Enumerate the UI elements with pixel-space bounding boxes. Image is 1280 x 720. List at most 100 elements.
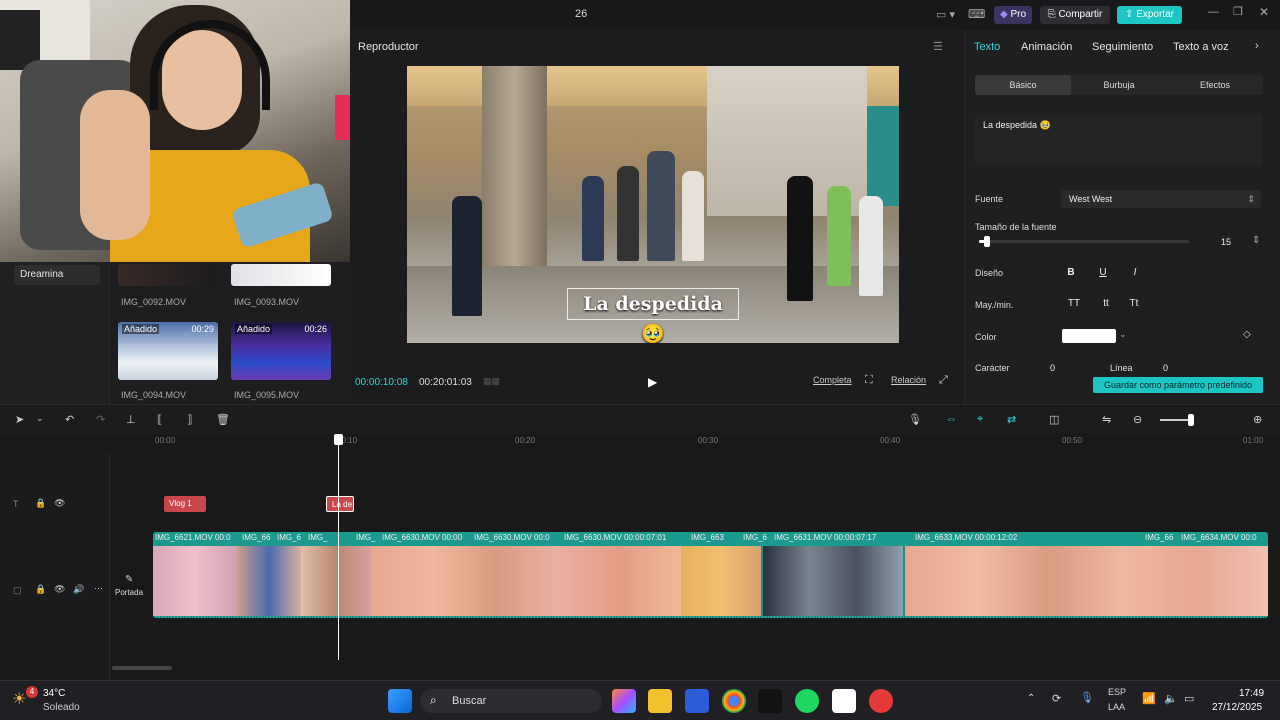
undo-icon[interactable]: ↶ xyxy=(65,413,74,426)
menu-icon[interactable]: ☰ xyxy=(933,40,943,53)
export-button[interactable]: ⇪ Exportar xyxy=(1117,6,1182,24)
subtab-bubble[interactable]: Burbuja xyxy=(1071,75,1167,95)
share-button[interactable]: ⎘ Compartir xyxy=(1040,6,1110,24)
media-thumb-1[interactable] xyxy=(118,264,218,286)
fullscreen-icon[interactable]: ⤢ xyxy=(939,374,948,387)
wifi-icon[interactable]: 📶 xyxy=(1142,692,1156,705)
trim-right-icon[interactable]: ⟧ xyxy=(187,413,192,426)
split-icon[interactable]: ⊥ xyxy=(126,413,136,426)
media-thumb-3[interactable]: Añadido 00:29 xyxy=(118,322,218,380)
timeline-scrollbar[interactable] xyxy=(112,666,172,670)
volume-icon[interactable]: 🔈 xyxy=(1164,692,1178,705)
video-caption-text[interactable]: La despedida 🥹 xyxy=(567,288,739,343)
playhead-handle[interactable] xyxy=(334,434,343,445)
more-icon[interactable]: ⋯ xyxy=(94,583,103,594)
text-content-field[interactable]: La despedida 🥹 xyxy=(975,113,1263,167)
subtab-basic[interactable]: Básico xyxy=(975,75,1071,95)
battery-icon[interactable]: ▭ xyxy=(1184,692,1194,705)
fit-icon[interactable]: ⛶ xyxy=(865,374,873,387)
clock-date[interactable]: 27/12/2025 xyxy=(1212,702,1262,713)
text-clip-vlog[interactable]: Vlog 1 xyxy=(164,496,206,512)
copilot-icon[interactable] xyxy=(612,689,636,713)
play-icon[interactable]: ▶ xyxy=(648,375,657,389)
eye-icon[interactable]: 👁 xyxy=(54,584,65,595)
editor-app-icon[interactable] xyxy=(685,689,709,713)
chevron-up-icon[interactable]: ⌃ xyxy=(1027,693,1035,704)
ratio-button[interactable]: Relación xyxy=(891,375,926,385)
cover-button[interactable]: ✎ Portada xyxy=(112,574,146,604)
preview-axis-icon[interactable]: ⇄ xyxy=(1007,413,1016,426)
layout-icon[interactable]: ▭ ▾ xyxy=(936,8,955,21)
keyframe-icon[interactable]: ◇ xyxy=(1243,329,1251,340)
main-video-track[interactable]: IMG_6621.MOV 00:0 IMG_66 IMG_6 IMG_ IMG_… xyxy=(153,532,1268,618)
eye-icon[interactable]: 👁 xyxy=(54,498,65,509)
save-preset-button[interactable]: Guardar como parámetro predefinido xyxy=(1093,377,1263,393)
microphone-icon[interactable]: 🎙 xyxy=(908,413,922,426)
titlecase-button[interactable]: Tt xyxy=(1124,296,1144,312)
weather-widget[interactable]: ☀ 4 xyxy=(12,686,38,711)
chevron-down-icon[interactable]: ⌄ xyxy=(1119,329,1127,340)
audio-icon[interactable]: 🔊 xyxy=(73,584,84,595)
ruler-tick: 00:50 xyxy=(1062,436,1083,445)
redo-icon[interactable]: ↷ xyxy=(96,413,105,426)
font-select[interactable]: West West ⇕ xyxy=(1061,190,1261,208)
clock-time[interactable]: 17:49 xyxy=(1239,688,1264,699)
record-app-icon[interactable] xyxy=(869,689,893,713)
tab-animation[interactable]: Animación xyxy=(1021,41,1072,53)
font-size-value[interactable]: 15 xyxy=(1221,237,1231,247)
sidebar-item-dreamina[interactable]: Dreamina xyxy=(14,265,100,285)
uppercase-button[interactable]: TT xyxy=(1064,296,1084,312)
media-thumb-4[interactable]: Añadido 00:26 xyxy=(231,322,331,380)
windows-start-icon[interactable] xyxy=(388,689,412,713)
chevron-right-icon[interactable]: › xyxy=(1255,40,1259,52)
zoom-out-icon[interactable]: ⊖ xyxy=(1133,413,1142,426)
lock-icon[interactable]: 🔒 xyxy=(35,584,46,595)
snap-icon[interactable]: ⌖ xyxy=(977,413,983,426)
keyboard-icon[interactable]: ⌨ xyxy=(968,7,985,21)
sync-icon[interactable]: ⟳ xyxy=(1052,692,1061,705)
close-icon[interactable]: ✕ xyxy=(1259,5,1269,19)
full-quality-button[interactable]: Completa xyxy=(813,375,852,385)
microphone-icon[interactable]: 🎙 xyxy=(1080,691,1094,704)
subtab-effects[interactable]: Efectos xyxy=(1167,75,1263,95)
font-size-slider[interactable] xyxy=(979,236,1189,247)
chevron-down-icon[interactable]: ⌄ xyxy=(36,413,44,424)
cursor-icon[interactable]: ➤ xyxy=(15,413,24,426)
zoom-in-icon[interactable]: ⊕ xyxy=(1253,413,1262,426)
spotify-icon[interactable] xyxy=(795,689,819,713)
tab-text[interactable]: Texto xyxy=(974,41,1000,53)
language-code[interactable]: ESP xyxy=(1108,687,1126,697)
line-spacing-value[interactable]: 0 xyxy=(1163,363,1168,373)
character-spacing-value[interactable]: 0 xyxy=(1050,363,1055,373)
timecode-grid-icon[interactable]: ▦▦ xyxy=(483,376,500,387)
text-clip-selected[interactable]: La de xyxy=(326,496,354,512)
chrome-icon[interactable] xyxy=(722,689,746,713)
zoom-knob[interactable] xyxy=(1188,414,1194,426)
lowercase-button[interactable]: tt xyxy=(1096,296,1116,312)
tab-text-to-speech[interactable]: Texto a voz xyxy=(1173,41,1229,53)
delete-icon[interactable]: 🗑 xyxy=(216,413,230,426)
underline-button[interactable]: U xyxy=(1093,265,1113,281)
epic-games-icon[interactable] xyxy=(758,689,782,713)
slider-knob[interactable] xyxy=(984,236,991,247)
pro-button[interactable]: ◆ Pro xyxy=(994,6,1032,24)
link-icon[interactable]: ⇔ xyxy=(946,413,957,425)
file-explorer-icon[interactable] xyxy=(648,689,672,713)
minimize-icon[interactable]: — xyxy=(1208,6,1219,18)
tab-tracking[interactable]: Seguimiento xyxy=(1092,41,1153,53)
trim-left-icon[interactable]: ⟦ xyxy=(157,413,162,426)
lock-icon[interactable]: 🔒 xyxy=(35,498,46,509)
italic-button[interactable]: I xyxy=(1125,265,1145,281)
split-view-icon[interactable]: ◫ xyxy=(1049,413,1059,426)
media-thumb-2[interactable] xyxy=(231,264,331,286)
playhead[interactable] xyxy=(334,434,343,660)
fit-timeline-icon[interactable]: ⇋ xyxy=(1102,413,1111,426)
stepper-icon[interactable]: ⇕ xyxy=(1252,235,1260,246)
capcut-icon[interactable] xyxy=(832,689,856,713)
region-code[interactable]: LAA xyxy=(1108,702,1125,712)
restore-icon[interactable]: ❐ xyxy=(1233,5,1243,18)
bold-button[interactable]: B xyxy=(1061,265,1081,281)
color-swatch[interactable] xyxy=(1062,329,1116,343)
search-box[interactable]: ⌕ Buscar xyxy=(420,689,602,713)
video-preview[interactable]: La despedida 🥹 xyxy=(407,66,899,343)
